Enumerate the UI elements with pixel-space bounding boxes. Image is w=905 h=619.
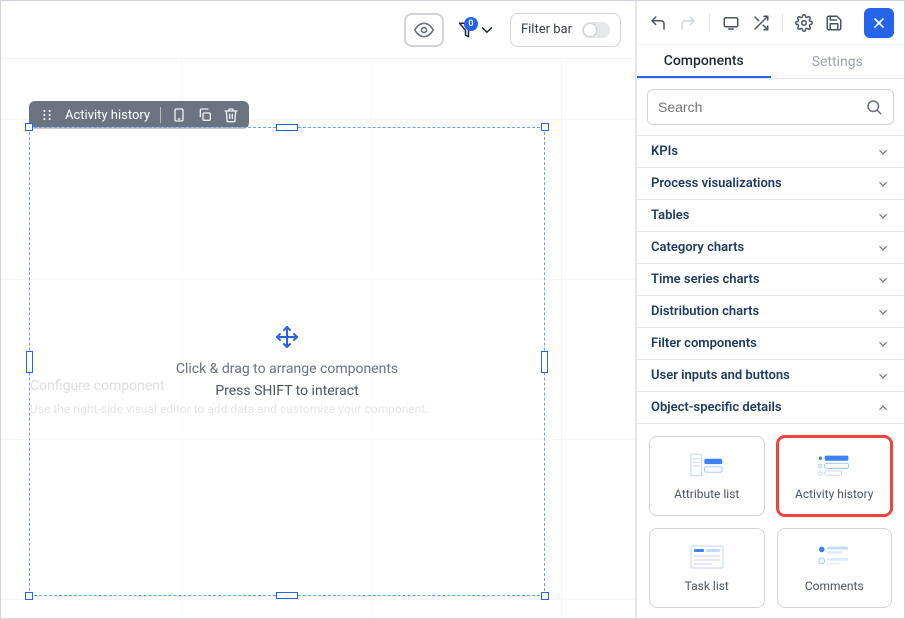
selection-placeholder: Click & drag to arrange components Press… bbox=[30, 128, 544, 595]
component-chip[interactable]: Activity history bbox=[29, 101, 249, 129]
canvas-pane: 0 Filter bar Activity history bbox=[1, 1, 636, 618]
search-wrap bbox=[637, 79, 904, 135]
component-chip-label: Activity history bbox=[65, 108, 150, 123]
chevron-down-icon bbox=[876, 177, 890, 191]
eye-icon bbox=[414, 20, 434, 40]
accordion-label: Process visualizations bbox=[651, 176, 782, 191]
activity-history-icon bbox=[817, 451, 851, 479]
preview-button[interactable] bbox=[404, 13, 444, 47]
hint-shift: Press SHIFT to interact bbox=[215, 383, 358, 399]
ghost-heading: Configure component bbox=[30, 378, 165, 394]
divider bbox=[709, 14, 710, 32]
chevron-up-icon bbox=[876, 401, 890, 415]
accordion-tables[interactable]: Tables bbox=[637, 200, 904, 232]
attribute-list-icon bbox=[690, 451, 724, 479]
close-icon bbox=[871, 15, 887, 31]
settings-gear-button[interactable] bbox=[793, 12, 815, 34]
undo-button[interactable] bbox=[647, 12, 669, 34]
chevron-down-icon bbox=[876, 305, 890, 319]
save-button[interactable] bbox=[823, 12, 845, 34]
ghost-sub: Use the right-side visual editor to add … bbox=[30, 402, 428, 416]
filter-bar-toggle[interactable]: Filter bar bbox=[510, 13, 621, 47]
filter-bar-label: Filter bar bbox=[521, 22, 572, 37]
search-input[interactable] bbox=[658, 99, 857, 115]
card-label: Activity history bbox=[795, 487, 874, 501]
chevron-down-icon bbox=[876, 209, 890, 223]
accordion-category-charts[interactable]: Category charts bbox=[637, 232, 904, 264]
card-label: Task list bbox=[685, 579, 729, 593]
chevron-down-icon bbox=[876, 145, 890, 159]
accordion-label: User inputs and buttons bbox=[651, 368, 790, 383]
card-activity-history[interactable]: Activity history bbox=[777, 436, 893, 516]
accordion-list: KPIs Process visualizations Tables Categ… bbox=[637, 135, 904, 618]
card-comments[interactable]: Comments bbox=[777, 528, 893, 608]
accordion-label: Object-specific details bbox=[651, 400, 782, 415]
chevron-down-icon bbox=[478, 21, 496, 39]
accordion-user-inputs[interactable]: User inputs and buttons bbox=[637, 360, 904, 392]
accordion-kpis[interactable]: KPIs bbox=[637, 136, 904, 168]
accordion-distribution-charts[interactable]: Distribution charts bbox=[637, 296, 904, 328]
search-icon bbox=[865, 98, 883, 116]
accordion-label: Distribution charts bbox=[651, 304, 759, 319]
move-icon bbox=[275, 325, 299, 349]
card-label: Attribute list bbox=[674, 487, 739, 501]
task-list-icon bbox=[690, 543, 724, 571]
drag-handle-icon bbox=[39, 107, 55, 123]
canvas-body[interactable]: Activity history Click & drag to arrange… bbox=[1, 59, 635, 618]
chevron-down-icon bbox=[876, 337, 890, 351]
side-tabs: Components Settings bbox=[637, 45, 904, 79]
shuffle-button[interactable] bbox=[750, 12, 772, 34]
canvas-toolbar: 0 Filter bar bbox=[1, 1, 635, 59]
copy-icon[interactable] bbox=[197, 107, 213, 123]
accordion-process-visualizations[interactable]: Process visualizations bbox=[637, 168, 904, 200]
tab-components[interactable]: Components bbox=[637, 45, 771, 78]
accordion-label: Tables bbox=[651, 208, 689, 223]
accordion-filter-components[interactable]: Filter components bbox=[637, 328, 904, 360]
filter-dropdown[interactable]: 0 bbox=[454, 21, 500, 39]
history-group bbox=[647, 12, 845, 34]
tab-settings[interactable]: Settings bbox=[771, 45, 905, 78]
screen-button[interactable] bbox=[720, 12, 742, 34]
filter-count-badge: 0 bbox=[464, 17, 478, 31]
side-toolbar bbox=[637, 1, 904, 45]
tablet-icon[interactable] bbox=[171, 107, 187, 123]
hint-drag: Click & drag to arrange components bbox=[176, 361, 398, 377]
redo-button[interactable] bbox=[677, 12, 699, 34]
card-task-list[interactable]: Task list bbox=[649, 528, 765, 608]
chevron-down-icon bbox=[876, 241, 890, 255]
accordion-label: Filter components bbox=[651, 336, 757, 351]
search-box[interactable] bbox=[647, 89, 894, 125]
accordion-object-specific[interactable]: Object-specific details bbox=[637, 392, 904, 424]
trash-icon[interactable] bbox=[223, 107, 239, 123]
selection-frame[interactable]: Click & drag to arrange components Press… bbox=[29, 127, 545, 596]
accordion-label: Time series charts bbox=[651, 272, 760, 287]
app-root: 0 Filter bar Activity history bbox=[0, 0, 905, 619]
chevron-down-icon bbox=[876, 273, 890, 287]
card-label: Comments bbox=[805, 579, 864, 593]
accordion-object-specific-content: Attribute list Activity history Task lis… bbox=[637, 424, 904, 618]
accordion-label: KPIs bbox=[651, 144, 678, 159]
toggle-switch[interactable] bbox=[582, 22, 610, 38]
accordion-label: Category charts bbox=[651, 240, 744, 255]
card-attribute-list[interactable]: Attribute list bbox=[649, 436, 765, 516]
divider bbox=[782, 14, 783, 32]
component-card-grid: Attribute list Activity history Task lis… bbox=[649, 436, 892, 608]
chevron-down-icon bbox=[876, 369, 890, 383]
comments-icon bbox=[817, 543, 851, 571]
close-button[interactable] bbox=[864, 8, 894, 38]
accordion-time-series-charts[interactable]: Time series charts bbox=[637, 264, 904, 296]
divider bbox=[160, 107, 161, 123]
side-panel: Components Settings KPIs Process visuali… bbox=[636, 1, 904, 618]
